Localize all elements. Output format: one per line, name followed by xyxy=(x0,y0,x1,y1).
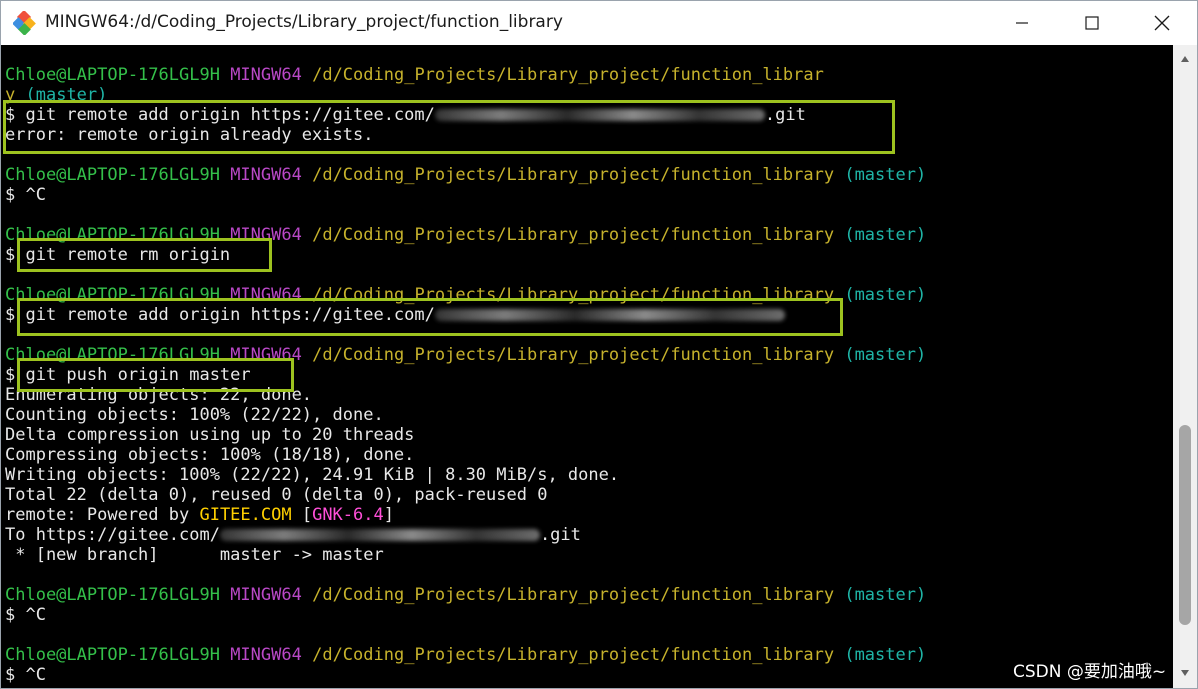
prompt-host: MINGW64 xyxy=(230,585,302,605)
output-line: Counting objects: 100% (22/22), done. xyxy=(5,405,384,425)
prompt-branch: (master) xyxy=(844,585,927,605)
csdn-watermark: CSDN @要加油哦~ xyxy=(1013,662,1167,682)
scrollbar-thumb[interactable] xyxy=(1179,425,1191,625)
output-line: Writing objects: 100% (22/22), 24.91 KiB… xyxy=(5,465,620,485)
scroll-up-icon[interactable] xyxy=(1179,55,1191,65)
prompt-branch: (master) xyxy=(844,225,927,245)
highlight-box-push xyxy=(17,358,294,392)
bracket-open: [ xyxy=(291,505,313,525)
prompt-user: Chloe@LAPTOP-176LGL9H xyxy=(5,165,220,185)
gitee-label: GITEE.COM xyxy=(199,505,292,525)
output-line: remote: Powered by GITEE.COM [GNK-6.4] xyxy=(5,505,394,525)
vertical-scrollbar[interactable] xyxy=(1173,45,1197,688)
gnk-version: GNK-6.4 xyxy=(312,505,384,525)
prompt-line: Chloe@LAPTOP-176LGL9H MINGW64 /d/Coding_… xyxy=(5,165,926,185)
to-text: To https://gitee.com/ xyxy=(5,525,220,545)
command-line: $ ^C xyxy=(5,665,46,685)
prompt-line: Chloe@LAPTOP-176LGL9H MINGW64 /d/Coding_… xyxy=(5,585,926,605)
prompt-branch: (master) xyxy=(844,165,927,185)
minimize-icon xyxy=(1016,22,1028,24)
prompt-path: /d/Coding_Projects/Library_project/funct… xyxy=(312,165,835,185)
prompt-host: MINGW64 xyxy=(230,165,302,185)
maximize-icon xyxy=(1085,16,1099,30)
prompt-path: /d/Coding_Projects/Library_project/funct… xyxy=(312,65,824,85)
output-line: * [new branch] master -> master xyxy=(5,545,384,565)
bracket-close: ] xyxy=(383,505,394,525)
prompt-line: Chloe@LAPTOP-176LGL9H MINGW64 /d/Coding_… xyxy=(5,645,926,665)
minimize-button[interactable] xyxy=(992,1,1052,45)
to-suffix: .git xyxy=(539,525,581,545)
prompt-path: /d/Coding_Projects/Library_project/funct… xyxy=(312,645,835,665)
output-line: Compressing objects: 100% (18/18), done. xyxy=(5,445,415,465)
redacted-repo-path xyxy=(219,529,540,541)
output-line: Delta compression using up to 20 threads xyxy=(5,425,415,445)
maximize-button[interactable] xyxy=(1062,1,1122,45)
highlight-box-remote-add-error xyxy=(3,100,895,154)
prompt-user: Chloe@LAPTOP-176LGL9H xyxy=(5,585,220,605)
prompt-branch: (master) xyxy=(844,285,927,305)
window-title: MINGW64:/d/Coding_Projects/Library_proje… xyxy=(45,12,563,32)
output-line: To https://gitee.com/ .git xyxy=(5,525,581,545)
command-line: $ ^C xyxy=(5,605,46,625)
prompt-user: Chloe@LAPTOP-176LGL9H xyxy=(5,645,220,665)
terminal-window: MINGW64:/d/Coding_Projects/Library_proje… xyxy=(0,0,1198,689)
git-bash-icon xyxy=(13,11,36,35)
command-line: $ ^C xyxy=(5,185,46,205)
output-line: Total 22 (delta 0), reused 0 (delta 0), … xyxy=(5,485,548,505)
prompt-line: Chloe@LAPTOP-176LGL9H MINGW64 /d/Coding_… xyxy=(5,65,824,85)
highlight-box-remote-add xyxy=(17,298,843,336)
highlight-box-remote-rm xyxy=(17,238,272,272)
prompt-branch: (master) xyxy=(844,645,927,665)
prompt-host: MINGW64 xyxy=(230,65,302,85)
prompt-path: /d/Coding_Projects/Library_project/funct… xyxy=(312,345,835,365)
prompt-branch: (master) xyxy=(844,345,927,365)
prompt-path: /d/Coding_Projects/Library_project/funct… xyxy=(312,585,835,605)
remote-text: remote: Powered by xyxy=(5,505,200,525)
prompt-user: Chloe@LAPTOP-176LGL9H xyxy=(5,65,220,85)
close-icon xyxy=(1154,15,1170,31)
prompt-path: /d/Coding_Projects/Library_project/funct… xyxy=(312,225,835,245)
prompt-host: MINGW64 xyxy=(230,645,302,665)
terminal-output[interactable]: Chloe@LAPTOP-176LGL9H MINGW64 /d/Coding_… xyxy=(1,45,1173,688)
title-bar[interactable]: MINGW64:/d/Coding_Projects/Library_proje… xyxy=(1,1,1197,45)
scroll-down-icon[interactable] xyxy=(1179,669,1191,679)
close-button[interactable] xyxy=(1132,1,1192,45)
